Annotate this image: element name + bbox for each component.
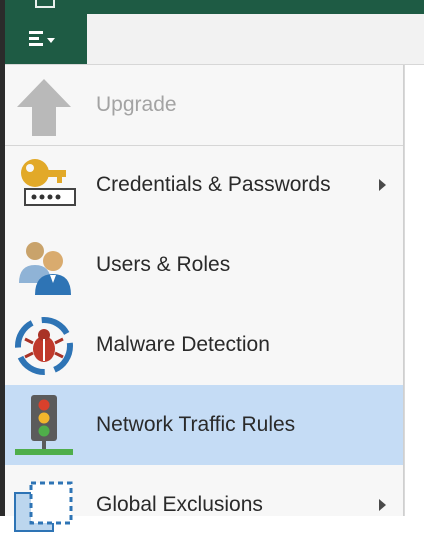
menu-item-network-traffic-rules[interactable]: Network Traffic Rules [5, 385, 403, 465]
title-bar [5, 0, 424, 14]
menu-item-label: Network Traffic Rules [96, 413, 296, 436]
hamburger-menu-icon [29, 31, 43, 49]
dropdown-arrow-icon [47, 38, 55, 43]
main-menu-button[interactable] [5, 14, 87, 64]
menu-item-users-roles[interactable]: Users & Roles [5, 225, 403, 305]
exclusions-icon [14, 481, 73, 532]
upgrade-arrow-icon [17, 79, 71, 136]
menu-item-credentials[interactable]: Credentials & Passwords [5, 145, 403, 225]
bug-target-icon [15, 317, 73, 375]
main-content-area [404, 65, 424, 516]
submenu-arrow-icon [379, 179, 386, 191]
traffic-light-icon [15, 395, 73, 455]
menu-item-upgrade: Upgrade [5, 65, 403, 146]
submenu-arrow-icon [379, 499, 386, 511]
main-menu-dropdown: Upgrade Credentials & Passwords Users & … [5, 65, 404, 532]
menu-item-label: Users & Roles [96, 253, 231, 276]
menu-item-label: Credentials & Passwords [96, 173, 331, 196]
menu-item-global-exclusions[interactable]: Global Exclusions [5, 465, 403, 545]
menu-item-label: Global Exclusions [96, 493, 263, 516]
menu-item-label: Malware Detection [96, 333, 270, 356]
key-password-icon [21, 159, 76, 206]
menu-item-label: Upgrade [96, 93, 177, 116]
users-icon [19, 242, 71, 295]
window-icon [35, 0, 55, 8]
menu-item-malware-detection[interactable]: Malware Detection [5, 305, 403, 385]
